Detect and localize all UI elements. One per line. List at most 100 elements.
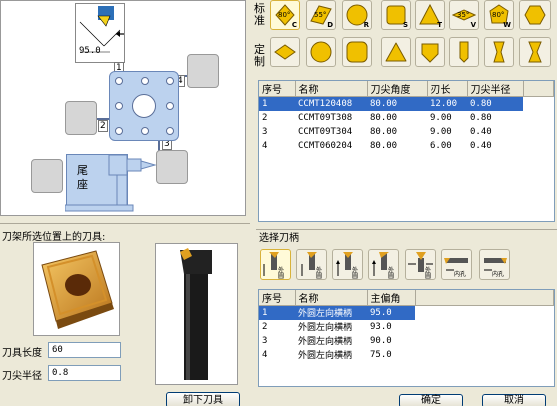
tool-position-3[interactable] <box>156 150 188 184</box>
cell: CCMT09T308 <box>298 112 353 123</box>
cell: 80.00 <box>370 140 398 151</box>
holder-type-6-button[interactable]: 内孔 <box>441 249 472 280</box>
insert-shape-w-button[interactable]: W 80° <box>484 0 514 30</box>
custom-shape-2-button[interactable] <box>306 37 336 67</box>
cell: 90.0 <box>370 335 392 346</box>
ok-button[interactable]: 确定 <box>399 394 463 406</box>
custom-dogbone-icon <box>493 41 505 63</box>
holder-type-7-button[interactable]: 内孔 <box>479 249 510 280</box>
svg-text:圆: 圆 <box>388 273 394 279</box>
insert-shape-r-button[interactable]: R <box>342 0 372 30</box>
turret-center-icon <box>132 94 156 118</box>
internal-bore-right-icon: 内孔 <box>484 258 507 278</box>
cell: 外圆左向横柄 <box>295 305 367 320</box>
insert-shape-t-button[interactable]: T <box>415 0 445 30</box>
holder-panel-title: 选择刀柄 <box>259 233 299 244</box>
col-header <box>523 81 554 97</box>
custom-label: 定制 <box>254 43 265 68</box>
custom-shape-1-button[interactable] <box>270 37 300 67</box>
svg-text:圆: 圆 <box>352 273 358 279</box>
table-row[interactable]: 2 CCMT09T308 80.00 9.00 0.80 <box>259 111 554 125</box>
custom-shape-5-button[interactable] <box>415 37 445 67</box>
table-row[interactable]: 2 外圆左向横柄 93.0 <box>259 320 554 334</box>
shape-angle-label: 80° <box>492 11 505 19</box>
table-row[interactable]: 1 外圆左向横柄 95.0 <box>259 305 554 320</box>
mounted-holder-view[interactable]: 95.0 <box>75 3 125 63</box>
table-row[interactable]: 3 CCMT09T304 80.00 9.00 0.40 <box>259 125 554 139</box>
cell: 12.00 <box>427 96 467 111</box>
cell: CCMT060204 <box>298 140 353 151</box>
holder-type-5-button[interactable]: 外圆 <box>405 249 436 280</box>
col-header[interactable]: 名称 <box>295 290 368 306</box>
current-tool-title: 刀架所选位置上的刀具: <box>2 232 106 243</box>
custom-shape-6-button[interactable] <box>449 37 479 67</box>
external-neutral-holder-icon: 外圆 <box>336 252 358 280</box>
holder-type-2-button[interactable]: 外圆 <box>296 249 327 280</box>
unload-tool-button[interactable]: 卸下刀具 <box>166 392 240 406</box>
insert-photo-icon <box>41 250 114 329</box>
cancel-button[interactable]: 取消 <box>482 394 546 406</box>
tool-position-2[interactable] <box>65 101 97 135</box>
turret-hole <box>166 77 174 85</box>
custom-shape-4-button[interactable] <box>381 37 411 67</box>
col-header[interactable]: 名称 <box>295 81 368 97</box>
holder-type-3-button[interactable]: 外圆 <box>332 249 363 280</box>
holder-table[interactable]: 序号 名称 主偏角 1 外圆左向横柄 95.0 2 外圆左向横柄 93.0 3 … <box>258 289 555 387</box>
col-header[interactable]: 刀尖半径 <box>467 81 524 97</box>
col-header[interactable]: 序号 <box>259 81 296 97</box>
external-left-holder-icon: 外圆 <box>263 252 284 280</box>
col-header <box>415 290 554 306</box>
tool-length-field[interactable]: 60 <box>48 342 121 358</box>
holder-type-4-button[interactable]: 外圆 <box>368 249 399 280</box>
table-row[interactable]: 1 CCMT120408 80.00 12.00 0.80 <box>259 96 554 111</box>
insert-shape-d-button[interactable]: D 55° <box>306 0 336 30</box>
custom-shape-8-button[interactable] <box>519 37 551 67</box>
shape-angle-label: 80° <box>278 11 291 19</box>
holder-photo-icon <box>180 248 212 380</box>
holder-type-1-button[interactable]: 外圆 <box>260 249 291 280</box>
shape-angle-label: 55° <box>314 11 327 19</box>
table-row[interactable]: 3 外圆左向横柄 90.0 <box>259 334 554 348</box>
approach-angle-label: 95.0 <box>79 46 101 56</box>
tool-position-4[interactable] <box>187 54 219 88</box>
cell: CCMT09T304 <box>298 126 353 137</box>
cell: 80.00 <box>370 112 398 123</box>
cell: 2 <box>262 321 268 332</box>
insert-image <box>33 242 120 336</box>
col-header[interactable]: 序号 <box>259 290 296 306</box>
internal-bore-left-icon: 内孔 <box>444 258 468 278</box>
svg-text:圆: 圆 <box>278 273 284 279</box>
standard-label: 标准 <box>254 2 265 27</box>
divider <box>0 223 250 224</box>
tool-position-empty[interactable] <box>31 159 63 193</box>
external-both-holder-icon: 外圆 <box>408 252 433 280</box>
col-header[interactable]: 主偏角 <box>367 290 416 306</box>
cell: 3 <box>262 126 268 137</box>
cell: 95.0 <box>367 305 415 320</box>
cell: 1 <box>259 96 295 111</box>
insert-shape-extra-button[interactable] <box>519 0 551 30</box>
col-header[interactable]: 刀尖角度 <box>367 81 428 97</box>
turret-diagram: 95.0 1 2 3 4 尾座 <box>0 0 246 216</box>
cell: 0.40 <box>470 126 492 137</box>
turret-hole <box>115 102 123 110</box>
table-row[interactable]: 4 外圆左向横柄 75.0 <box>259 348 554 362</box>
col-header[interactable]: 刃长 <box>427 81 468 97</box>
insert-shape-s-button[interactable]: S <box>381 0 411 30</box>
insert-table[interactable]: 序号 名称 刀尖角度 刃长 刀尖半径 1 CCMT120408 80.00 12… <box>258 80 555 222</box>
table-row[interactable]: 4 CCMT060204 80.00 6.00 0.40 <box>259 139 554 153</box>
nose-radius-field[interactable]: 0.8 <box>48 365 121 381</box>
turret-hole <box>141 127 149 135</box>
cell: 外圆左向横柄 <box>298 351 353 361</box>
insert-shape-c-button[interactable]: C 80° <box>270 0 300 30</box>
tool-length-label: 刀具长度 <box>2 348 42 359</box>
insert-shape-v-button[interactable]: V 35° <box>449 0 479 30</box>
cell: 9.00 <box>430 126 452 137</box>
holder-image <box>155 243 238 385</box>
turret-hole <box>141 77 149 85</box>
custom-shape-3-button[interactable] <box>342 37 372 67</box>
cell: 4 <box>262 140 268 151</box>
cell: 外圆左向横柄 <box>298 337 353 347</box>
cell: 93.0 <box>370 321 392 332</box>
custom-shape-7-button[interactable] <box>484 37 514 67</box>
